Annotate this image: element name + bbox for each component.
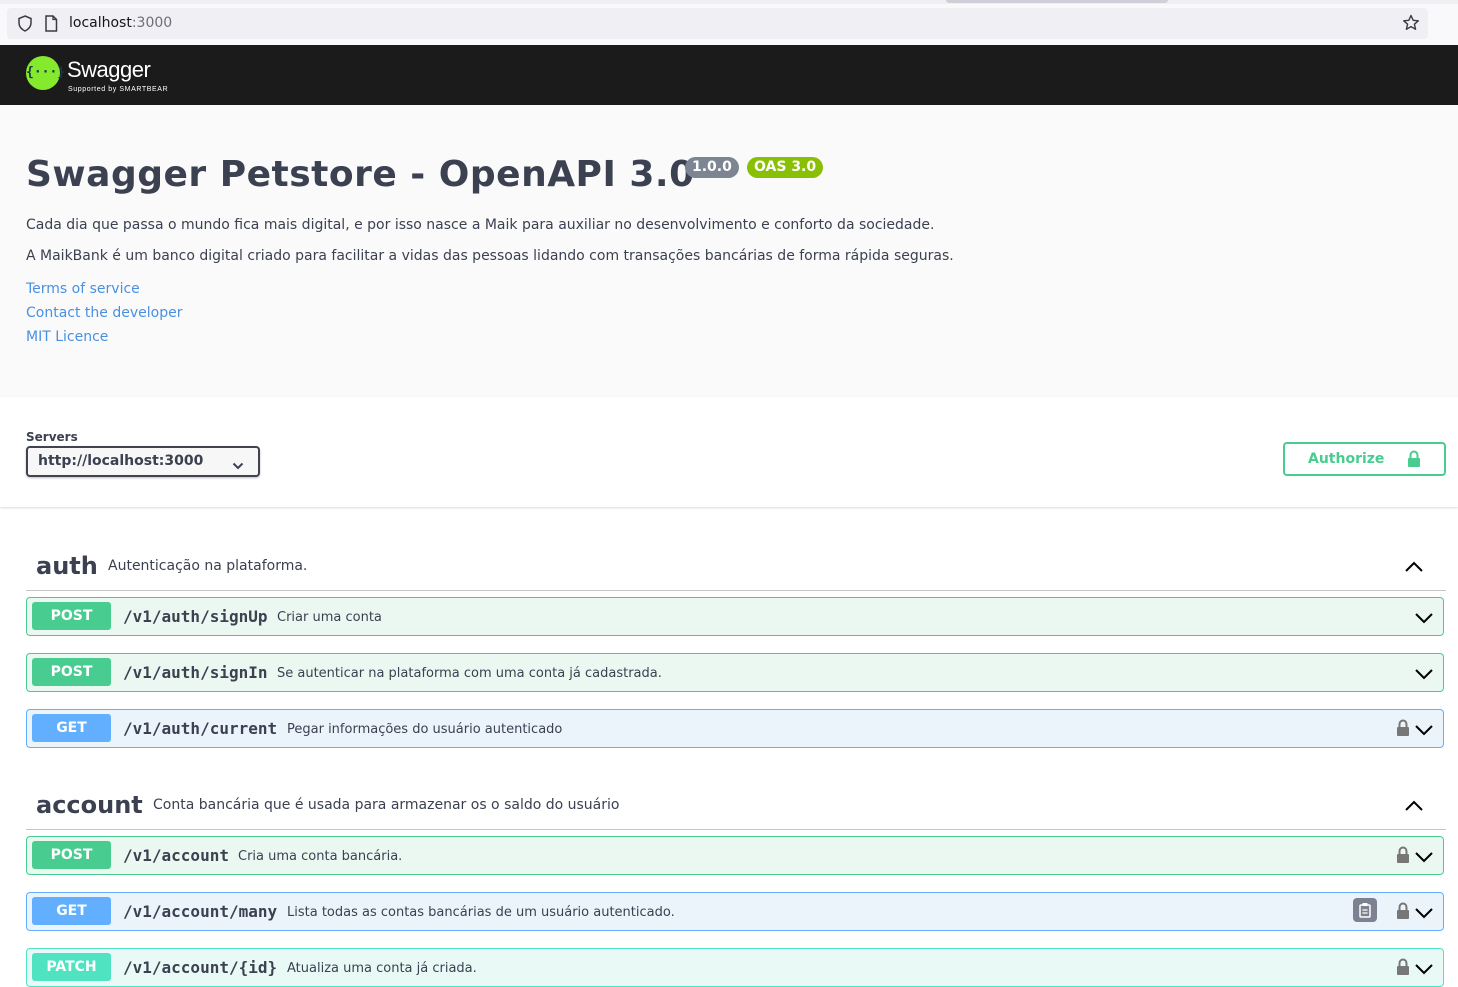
operation-post-account[interactable]: POST /v1/account Cria uma conta bancária… (26, 836, 1444, 875)
operation-post-auth-signin[interactable]: POST /v1/auth/signIn Se autenticar na pl… (26, 653, 1444, 692)
star-icon[interactable] (1402, 14, 1420, 36)
oas-badge: OAS 3.0 (747, 157, 824, 178)
lock-icon[interactable] (1396, 846, 1410, 868)
servers-label: Servers (26, 430, 78, 444)
contact-developer-link[interactable]: Contact the developer (26, 305, 182, 321)
chevron-up-icon[interactable] (1404, 797, 1424, 816)
chevron-down-icon (232, 455, 244, 474)
lock-icon (1407, 450, 1421, 472)
tag-name: auth (36, 552, 98, 580)
operation-path: /v1/auth/current (123, 719, 278, 738)
swagger-logo-icon: {···} (26, 56, 65, 90)
operation-summary: Atualiza uma conta já criada. (287, 961, 477, 976)
api-description-1: Cada dia que passa o mundo fica mais dig… (26, 217, 935, 233)
method-badge: POST (32, 841, 111, 869)
method-badge: POST (32, 658, 111, 686)
chevron-down-icon[interactable] (1414, 960, 1434, 979)
terms-of-service-link[interactable]: Terms of service (26, 281, 140, 297)
api-info: Swagger Petstore - OpenAPI 3.0 1.0.0 OAS… (0, 105, 1458, 397)
copy-path-button[interactable] (1353, 898, 1377, 922)
license-link[interactable]: MIT Licence (26, 329, 108, 345)
operation-path: /v1/account (123, 846, 229, 865)
page-title: Swagger Petstore - OpenAPI 3.0 (26, 154, 695, 195)
operation-summary: Lista todas as contas bancárias de um us… (287, 905, 675, 920)
authorize-button[interactable]: Authorize (1283, 442, 1446, 476)
lock-icon[interactable] (1396, 719, 1410, 741)
browser-toolbar: localhost:3000 (0, 0, 1458, 45)
method-badge: POST (32, 602, 111, 630)
chevron-up-icon[interactable] (1404, 558, 1424, 577)
method-badge: PATCH (32, 953, 111, 981)
operation-summary: Criar uma conta (277, 610, 382, 625)
tag-name: account (36, 791, 143, 819)
operation-summary: Cria uma conta bancária. (238, 849, 403, 864)
url-port: :3000 (131, 15, 173, 31)
swagger-topbar: {···} Swagger Supported by SMARTBEAR (0, 45, 1458, 105)
api-description-2: A MaikBank é um banco digital criado par… (26, 248, 954, 264)
tag-auth[interactable]: auth Autenticação na plataforma. (26, 542, 1446, 591)
method-badge: GET (32, 714, 111, 742)
copy-icon (1359, 903, 1371, 918)
browser-tabstrip (0, 0, 1458, 4)
lock-icon[interactable] (1396, 902, 1410, 924)
url-host: localhost (69, 15, 132, 31)
operation-summary: Pegar informações do usuário autenticado (287, 722, 563, 737)
swagger-logo-text: Swagger (67, 57, 151, 82)
operation-path: /v1/auth/signIn (123, 663, 268, 682)
shield-icon[interactable] (17, 15, 33, 36)
chevron-down-icon[interactable] (1414, 904, 1434, 923)
page-icon (44, 15, 58, 36)
address-bar[interactable]: localhost:3000 (7, 8, 1428, 39)
authorize-label: Authorize (1308, 451, 1385, 467)
scheme-container: Servers http://localhost:3000 Authorize (0, 397, 1458, 507)
swagger-logo-subtitle: Supported by SMARTBEAR (68, 86, 169, 93)
lock-icon[interactable] (1396, 958, 1410, 980)
tag-description: Conta bancária que é usada para armazena… (153, 797, 620, 813)
operation-get-auth-current[interactable]: GET /v1/auth/current Pegar informações d… (26, 709, 1444, 748)
operation-path: /v1/auth/signUp (123, 607, 268, 626)
chevron-down-icon[interactable] (1414, 665, 1434, 684)
method-badge: GET (32, 897, 111, 925)
operation-summary: Se autenticar na plataforma com uma cont… (277, 666, 662, 681)
server-select[interactable]: http://localhost:3000 (26, 446, 260, 477)
operation-get-account-many[interactable]: GET /v1/account/many Lista todas as cont… (26, 892, 1444, 931)
browser-tab-indicator[interactable] (946, 0, 1168, 3)
operation-path: /v1/account/many (123, 902, 278, 921)
url-text[interactable]: localhost:3000 (69, 15, 172, 31)
tag-description: Autenticação na plataforma. (108, 558, 308, 574)
chevron-down-icon[interactable] (1414, 609, 1434, 628)
operation-post-auth-signup[interactable]: POST /v1/auth/signUp Criar uma conta (26, 597, 1444, 636)
chevron-down-icon[interactable] (1414, 848, 1434, 867)
server-select-value: http://localhost:3000 (38, 453, 204, 469)
chevron-down-icon[interactable] (1414, 721, 1434, 740)
tag-account[interactable]: account Conta bancária que é usada para … (26, 781, 1446, 830)
version-badge: 1.0.0 (685, 157, 739, 178)
